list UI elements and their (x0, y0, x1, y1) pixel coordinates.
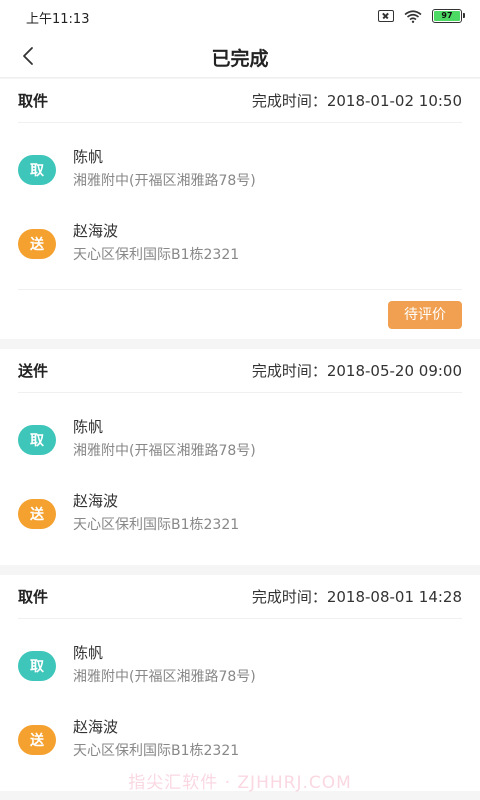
order-type: 送件 (18, 362, 49, 380)
order-type: 取件 (18, 92, 49, 110)
delivery-badge: 送 (18, 499, 56, 529)
pending-review-button[interactable]: 待评价 (388, 300, 462, 329)
battery-level: 97 (434, 11, 460, 21)
order-card[interactable]: 取件 完成时间：2018-01-02 10:50 取 陈帆 湘雅附中(开福区湘雅… (0, 79, 480, 339)
status-icons: 97 (378, 9, 465, 23)
order-header: 送件 完成时间：2018-05-20 09:00 (18, 349, 462, 393)
contact-address: 天心区保利国际B1栋2321 (73, 743, 240, 759)
wifi-icon (404, 9, 422, 23)
contact-name: 赵海波 (73, 222, 119, 240)
order-header: 取件 完成时间：2018-08-01 14:28 (18, 575, 462, 619)
finish-time: 完成时间：2018-01-02 10:50 (251, 92, 462, 110)
no-sim-icon (378, 10, 394, 22)
finish-time: 完成时间：2018-05-20 09:00 (251, 362, 462, 380)
delivery-stop: 送 赵海波 天心区保利国际B1栋2321 (18, 467, 462, 541)
contact-name: 陈帆 (73, 148, 104, 166)
delivery-badge: 送 (18, 229, 56, 259)
contact-address: 天心区保利国际B1栋2321 (73, 247, 240, 263)
status-time: 上午11:13 (26, 12, 90, 27)
contact-name: 陈帆 (73, 418, 104, 436)
order-card[interactable]: 送件 完成时间：2018-05-20 09:00 取 陈帆 湘雅附中(开福区湘雅… (0, 349, 480, 565)
pickup-stop: 取 陈帆 湘雅附中(开福区湘雅路78号) (18, 619, 462, 693)
status-bar: 上午11:13 97 (0, 0, 480, 34)
order-header: 取件 完成时间：2018-01-02 10:50 (18, 79, 462, 123)
pickup-badge: 取 (18, 425, 56, 455)
watermark: 指尖汇软件 · ZJHHRJ.COM (128, 773, 352, 793)
page-title: 已完成 (211, 48, 269, 70)
pickup-stop: 取 陈帆 湘雅附中(开福区湘雅路78号) (18, 393, 462, 467)
contact-address: 天心区保利国际B1栋2321 (73, 517, 240, 533)
nav-bar: 已完成 (0, 34, 480, 78)
contact-address: 湘雅附中(开福区湘雅路78号) (73, 669, 256, 685)
order-card[interactable]: 取件 完成时间：2018-08-01 14:28 取 陈帆 湘雅附中(开福区湘雅… (0, 575, 480, 791)
finish-time: 完成时间：2018-08-01 14:28 (251, 588, 462, 606)
order-type: 取件 (18, 588, 49, 606)
battery-icon: 97 (432, 9, 465, 23)
contact-name: 赵海波 (73, 492, 119, 510)
pickup-badge: 取 (18, 155, 56, 185)
contact-name: 赵海波 (73, 718, 119, 736)
delivery-stop: 送 赵海波 天心区保利国际B1栋2321 (18, 197, 462, 271)
contact-address: 湘雅附中(开福区湘雅路78号) (73, 173, 256, 189)
delivery-badge: 送 (18, 725, 56, 755)
pickup-badge: 取 (18, 651, 56, 681)
order-footer: 待评价 (18, 289, 462, 339)
contact-address: 湘雅附中(开福区湘雅路78号) (73, 443, 256, 459)
delivery-stop: 送 赵海波 天心区保利国际B1栋2321 (18, 693, 462, 767)
contact-name: 陈帆 (73, 644, 104, 662)
pickup-stop: 取 陈帆 湘雅附中(开福区湘雅路78号) (18, 123, 462, 197)
order-list: 取件 完成时间：2018-01-02 10:50 取 陈帆 湘雅附中(开福区湘雅… (0, 79, 480, 791)
